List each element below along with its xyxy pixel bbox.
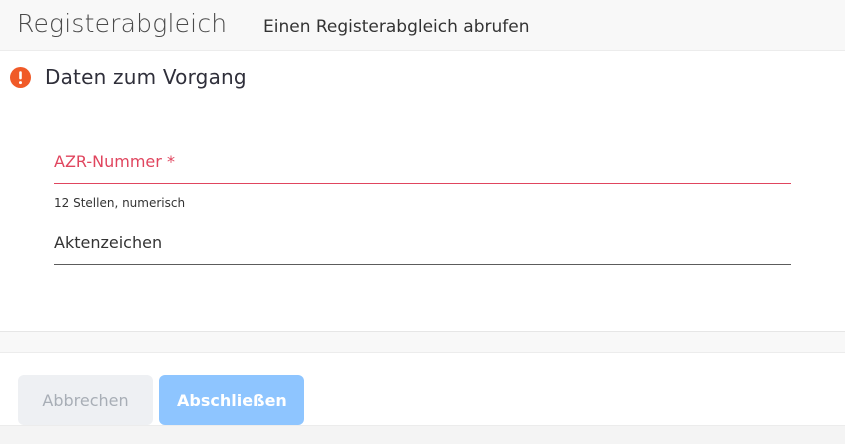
action-bar: Abbrechen Abschließen (0, 353, 845, 426)
azr-nummer-label: AZR-Nummer * (54, 152, 175, 171)
bottom-band (0, 426, 845, 444)
cancel-button[interactable]: Abbrechen (18, 375, 153, 425)
section-header: Daten zum Vorgang (10, 65, 247, 89)
azr-nummer-hint: 12 Stellen, numerisch (54, 196, 186, 210)
app-title: Registerabgleich (17, 9, 228, 38)
azr-nummer-input[interactable] (54, 180, 791, 184)
page: Registerabgleich Einen Registerabgleich … (0, 0, 845, 444)
submit-button[interactable]: Abschließen (159, 375, 304, 425)
aktenzeichen-input[interactable] (54, 261, 791, 265)
top-bar: Registerabgleich Einen Registerabgleich … (0, 0, 845, 51)
section-title: Daten zum Vorgang (45, 65, 247, 89)
form-panel: Daten zum Vorgang AZR-Nummer * 12 Stelle… (0, 51, 845, 332)
page-subtitle: Einen Registerabgleich abrufen (263, 17, 530, 37)
aktenzeichen-field: Aktenzeichen (54, 233, 791, 271)
aktenzeichen-label: Aktenzeichen (54, 233, 163, 252)
azr-nummer-field: AZR-Nummer * 12 Stellen, numerisch (54, 152, 791, 210)
exclamation-circle-icon (10, 66, 31, 88)
separator-band (0, 332, 845, 353)
